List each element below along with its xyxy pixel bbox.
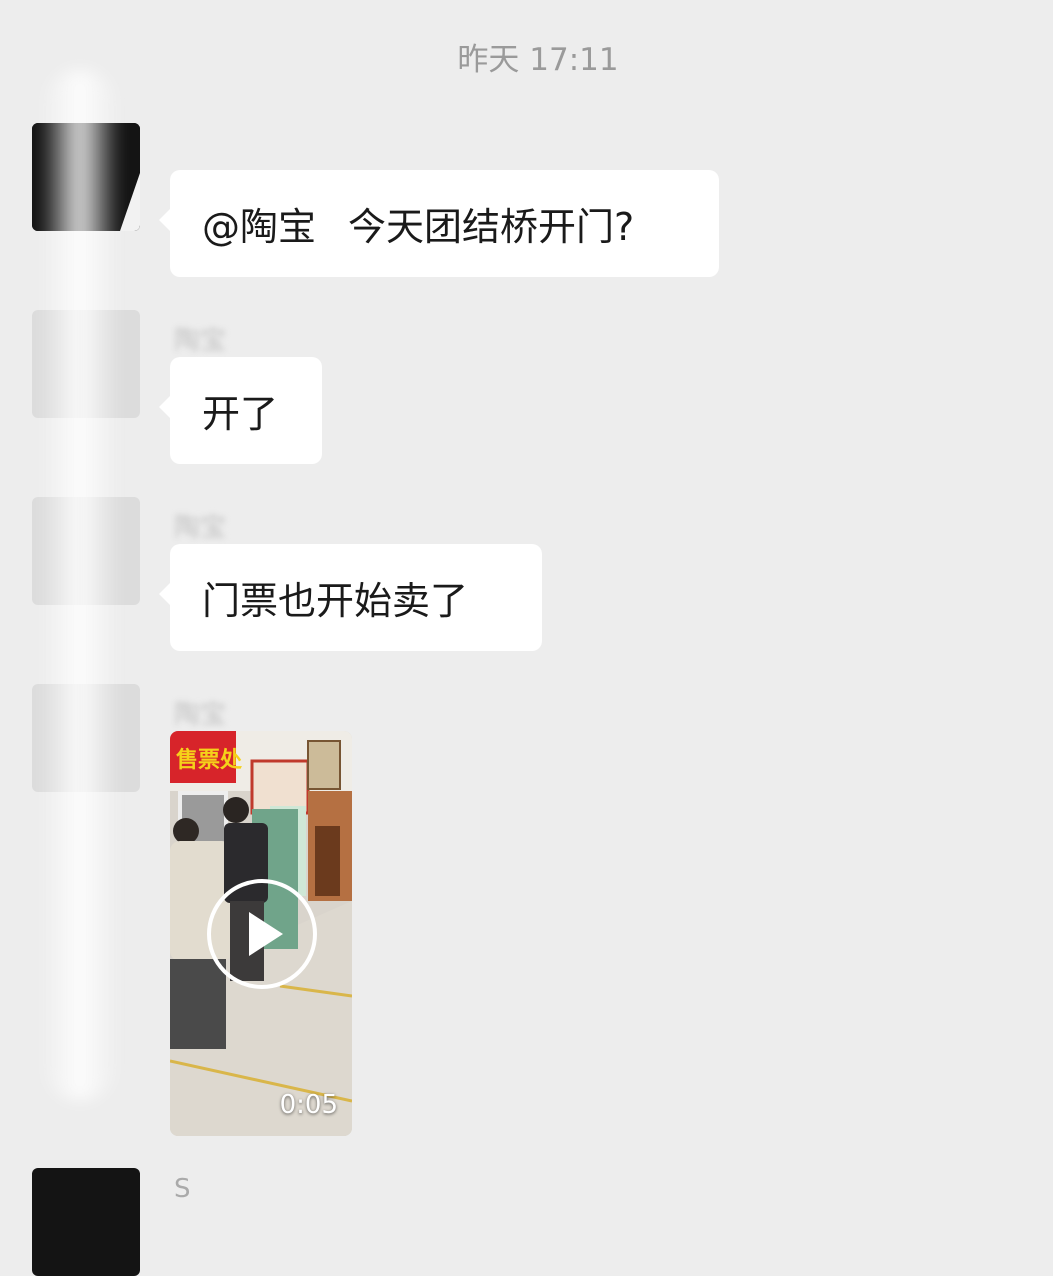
message-text: 开了 <box>202 392 279 436</box>
chat-timestamp: 昨天 17:11 <box>457 42 619 78</box>
message-bubble[interactable]: @陶宝 今天团结桥开门? <box>159 170 719 277</box>
avatar[interactable] <box>32 1168 140 1276</box>
mention-text[interactable]: @陶宝 <box>202 196 316 251</box>
sign-text: 售票处 <box>176 747 242 773</box>
sender-name: S <box>174 1174 191 1204</box>
privacy-smudge <box>40 70 120 1100</box>
sender-name: 陶宝 <box>174 700 227 730</box>
message-bubble[interactable]: 门票也开始卖了 <box>159 544 542 651</box>
video-duration: 0:05 <box>279 1090 338 1120</box>
sender-name: 陶宝 <box>174 326 227 356</box>
message-text: 门票也开始卖了 <box>202 579 469 623</box>
message-bubble[interactable]: 开了 <box>159 357 322 464</box>
sender-name: 陶宝 <box>174 513 227 543</box>
message-text: 今天团结桥开门? <box>348 205 635 249</box>
play-icon[interactable] <box>207 879 317 989</box>
video-message[interactable]: 售票处 0:05 <box>170 731 352 1136</box>
